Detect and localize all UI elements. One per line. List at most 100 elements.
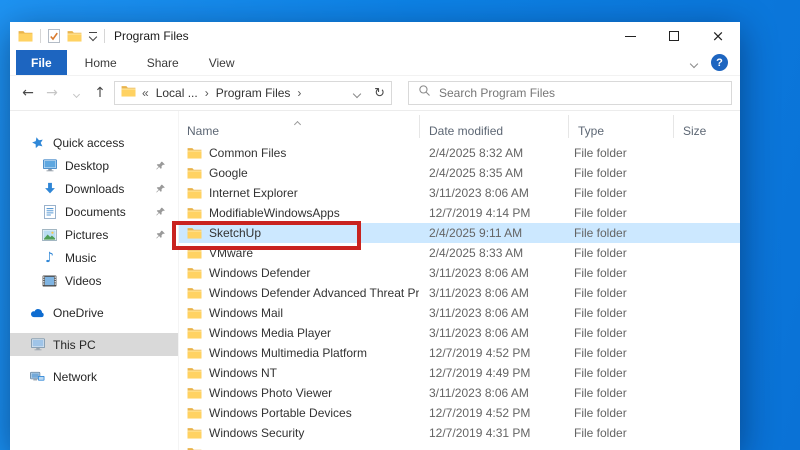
file-name: Windows Multimedia Platform xyxy=(209,346,367,360)
name-cell: Windows Photo Viewer xyxy=(179,386,419,400)
date-modified-cell: 12/7/2019 4:14 PM xyxy=(419,206,568,220)
recent-locations-chevron-icon[interactable] xyxy=(64,85,88,101)
file-name: Windows Mail xyxy=(209,306,283,320)
file-rows: Common Files2/4/2025 8:32 AMFile folderG… xyxy=(179,143,740,450)
type-cell: File folder xyxy=(568,266,673,280)
forward-icon[interactable]: → xyxy=(40,85,64,101)
properties-icon[interactable] xyxy=(48,29,60,43)
sidebar-item-label: Quick access xyxy=(53,136,124,150)
date-modified-cell: 2/4/2025 8:35 AM xyxy=(419,166,568,180)
date-modified-cell: 2/4/2025 8:33 AM xyxy=(419,246,568,260)
file-row-windows-multimedia-platform[interactable]: Windows Multimedia Platform12/7/2019 4:5… xyxy=(179,343,740,363)
name-cell: Internet Explorer xyxy=(179,186,419,200)
address-bar[interactable]: « Local ... › Program Files › ↻ xyxy=(114,81,392,105)
navigation-bar: ← → ↑ « Local ... › Program Files › ↻ xyxy=(10,76,740,111)
sidebar-item-onedrive[interactable]: OneDrive xyxy=(10,301,178,324)
sidebar-item-label: Network xyxy=(53,370,97,384)
file-row-internet-explorer[interactable]: Internet Explorer3/11/2023 8:06 AMFile f… xyxy=(179,183,740,203)
file-row-windows-mail[interactable]: Windows Mail3/11/2023 8:06 AMFile folder xyxy=(179,303,740,323)
column-header-type[interactable]: Type xyxy=(568,113,673,138)
file-row-vmware[interactable]: VMware2/4/2025 8:33 AMFile folder xyxy=(179,243,740,263)
maximize-button[interactable] xyxy=(652,22,696,50)
breadcrumb-local[interactable]: Local ... xyxy=(156,86,198,100)
address-dropdown-chevron-icon[interactable] xyxy=(354,84,360,102)
minimize-button[interactable] xyxy=(608,22,652,50)
file-row-windows-defender[interactable]: Windows Defender3/11/2023 8:06 AMFile fo… xyxy=(179,263,740,283)
breadcrumb-separator[interactable]: › xyxy=(205,86,209,100)
date-modified-cell: 3/11/2023 8:06 AM xyxy=(419,266,568,280)
file-row-modifiablewindowsapps[interactable]: ModifiableWindowsApps12/7/2019 4:14 PMFi… xyxy=(179,203,740,223)
sidebar-item-documents[interactable]: Documents xyxy=(10,200,178,223)
file-row-sketchup[interactable]: SketchUp2/4/2025 9:11 AMFile folder xyxy=(179,223,740,243)
file-row-partial[interactable] xyxy=(179,443,740,450)
sidebar-item-videos[interactable]: Videos xyxy=(10,269,178,292)
up-icon[interactable]: ↑ xyxy=(88,85,112,101)
folder-icon xyxy=(187,187,202,199)
type-cell: File folder xyxy=(568,406,673,420)
sidebar-item-downloads[interactable]: Downloads xyxy=(10,177,178,200)
file-row-windows-security[interactable]: Windows Security12/7/2019 4:31 PMFile fo… xyxy=(179,423,740,443)
sidebar-item-music[interactable]: ♪Music xyxy=(10,246,178,269)
pin-icon xyxy=(155,160,166,171)
new-folder-icon[interactable] xyxy=(67,30,82,42)
file-name: Windows Photo Viewer xyxy=(209,386,332,400)
refresh-icon[interactable]: ↻ xyxy=(374,86,385,101)
file-explorer-window: Program Files × FileHomeShareView ? ← → … xyxy=(10,22,740,450)
monitor-icon xyxy=(40,159,59,172)
column-header-date-modified[interactable]: Date modified xyxy=(419,113,568,138)
window-title: Program Files xyxy=(114,29,189,43)
date-modified-cell: 12/7/2019 4:52 PM xyxy=(419,406,568,420)
back-icon[interactable]: ← xyxy=(16,85,40,101)
sidebar-item-pictures[interactable]: Pictures xyxy=(10,223,178,246)
title-bar: Program Files × xyxy=(10,22,740,50)
file-row-windows-defender-advanced-threat-prot[interactable]: Windows Defender Advanced Threat Prot...… xyxy=(179,283,740,303)
collapse-ribbon-icon[interactable] xyxy=(691,54,697,72)
tab-view[interactable]: View xyxy=(197,50,247,75)
column-header-row: Name Date modified Type Size xyxy=(179,113,740,143)
file-row-windows-photo-viewer[interactable]: Windows Photo Viewer3/11/2023 8:06 AMFil… xyxy=(179,383,740,403)
name-cell: Google xyxy=(179,166,419,180)
help-icon[interactable]: ? xyxy=(711,54,728,71)
sort-ascending-icon xyxy=(295,116,300,130)
folder-icon xyxy=(187,167,202,179)
name-cell: VMware xyxy=(179,246,419,260)
tab-file[interactable]: File xyxy=(16,50,67,75)
search-box[interactable] xyxy=(408,81,732,105)
breadcrumb-separator[interactable]: « xyxy=(142,86,149,100)
close-button[interactable]: × xyxy=(696,22,740,50)
date-modified-cell: 12/7/2019 4:49 PM xyxy=(419,366,568,380)
sidebar-item-quick-access[interactable]: Quick access xyxy=(10,131,178,154)
file-row-windows-nt[interactable]: Windows NT12/7/2019 4:49 PMFile folder xyxy=(179,363,740,383)
name-cell: Windows NT xyxy=(179,366,419,380)
column-header-name[interactable]: Name xyxy=(179,113,419,138)
file-row-windows-media-player[interactable]: Windows Media Player3/11/2023 8:06 AMFil… xyxy=(179,323,740,343)
column-header-size[interactable]: Size xyxy=(673,113,740,138)
file-name: Windows Security xyxy=(209,426,304,440)
breadcrumb-program-files[interactable]: Program Files xyxy=(216,86,291,100)
sidebar-item-network[interactable]: Network xyxy=(10,365,178,388)
sidebar-item-desktop[interactable]: Desktop xyxy=(10,154,178,177)
file-name: ModifiableWindowsApps xyxy=(209,206,340,220)
file-name: Internet Explorer xyxy=(209,186,298,200)
folder-icon xyxy=(187,367,202,379)
file-row-common-files[interactable]: Common Files2/4/2025 8:32 AMFile folder xyxy=(179,143,740,163)
column-header-label: Name xyxy=(187,124,219,138)
tab-share[interactable]: Share xyxy=(135,50,191,75)
folder-icon xyxy=(187,427,202,439)
file-row-google[interactable]: Google2/4/2025 8:35 AMFile folder xyxy=(179,163,740,183)
folder-icon xyxy=(121,84,136,102)
search-input[interactable] xyxy=(439,86,722,100)
tab-home[interactable]: Home xyxy=(73,50,129,75)
date-modified-cell: 2/4/2025 8:32 AM xyxy=(419,146,568,160)
ribbon-tab-row: FileHomeShareView ? xyxy=(10,50,740,76)
file-row-windows-portable-devices[interactable]: Windows Portable Devices12/7/2019 4:52 P… xyxy=(179,403,740,423)
date-modified-cell: 3/11/2023 8:06 AM xyxy=(419,326,568,340)
sidebar-item-this-pc[interactable]: This PC xyxy=(10,333,178,356)
customize-qat-dropdown-icon[interactable] xyxy=(89,32,97,40)
breadcrumb-separator[interactable]: › xyxy=(297,86,301,100)
sidebar-item-label: This PC xyxy=(53,338,96,352)
column-header-label: Type xyxy=(578,124,604,138)
type-cell: File folder xyxy=(568,226,673,240)
pin-icon xyxy=(155,229,166,240)
type-cell: File folder xyxy=(568,286,673,300)
